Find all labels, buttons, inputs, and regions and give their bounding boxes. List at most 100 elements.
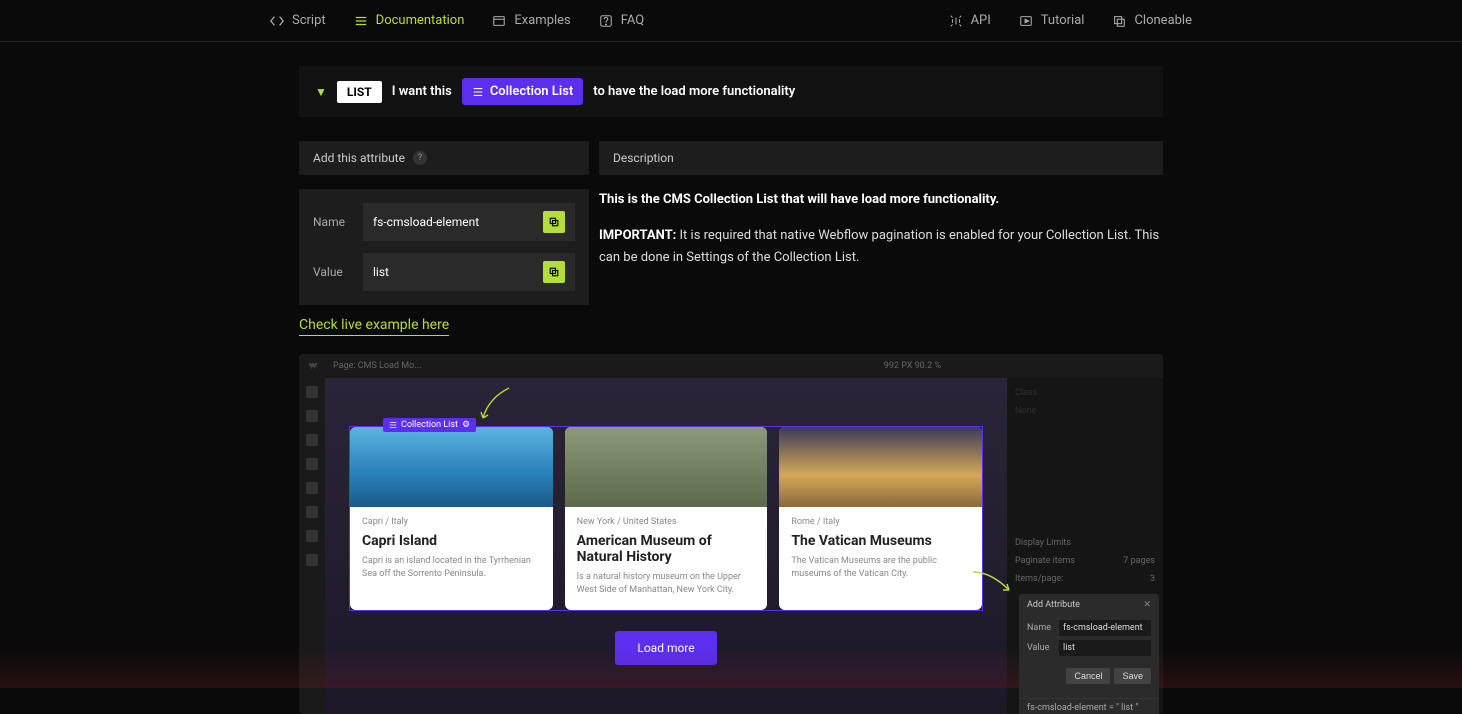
value-label: Value (313, 265, 353, 279)
cancel-button[interactable]: Cancel (1066, 668, 1110, 684)
nav-label: Script (292, 13, 326, 28)
nav-documentation[interactable]: Documentation (354, 13, 465, 28)
rule-tag: LIST (337, 81, 382, 103)
nav-label: Cloneable (1134, 13, 1192, 28)
collection-list-pill: Collection List (462, 78, 583, 105)
example-screenshot: Page: CMS Load Mo... 992 PX 90.2 % Colle… (299, 354, 1163, 714)
copy-icon (548, 216, 560, 228)
api-icon (949, 14, 963, 28)
value-input: list (363, 253, 575, 291)
card-title: Capri Island (362, 533, 541, 549)
sidebar-icon (306, 482, 318, 494)
card-desc: The Vatican Museums are the public museu… (791, 555, 970, 580)
list-icon (389, 421, 397, 429)
modal-value-input[interactable]: list (1059, 640, 1151, 656)
nav-script[interactable]: Script (270, 13, 326, 28)
question-icon (599, 14, 613, 28)
page-label: Page: CMS Load Mo... (333, 361, 421, 371)
card-image (565, 427, 768, 507)
badge-label: Collection List (401, 420, 458, 430)
nav-faq[interactable]: FAQ (599, 13, 644, 28)
description-header: Description (599, 141, 1163, 175)
copy-icon (1112, 14, 1126, 28)
code-icon (270, 14, 284, 28)
list-icon (354, 14, 368, 28)
card-image (779, 427, 982, 507)
nav-label: FAQ (621, 13, 644, 28)
card: Capri / Italy Capri Island Capri is an i… (350, 427, 553, 610)
nav-tutorial[interactable]: Tutorial (1019, 13, 1085, 28)
nav-label: API (971, 13, 991, 28)
sidebar-icon (306, 434, 318, 446)
caret-down-icon[interactable]: ▼ (315, 85, 327, 99)
display-limits-label: Display Limits (1013, 534, 1157, 552)
sidebar-icon (306, 458, 318, 470)
close-icon[interactable]: ✕ (1143, 600, 1151, 610)
desc-important: IMPORTANT: (599, 228, 676, 243)
add-attribute-modal: Add Attribute ✕ Name fs-cmsload-element … (1019, 594, 1159, 714)
play-icon (1019, 14, 1033, 28)
card-title: American Museum of Natural History (577, 533, 756, 565)
modal-value-label: Value (1027, 643, 1055, 653)
viewport-info: 992 PX 90.2 % (884, 361, 941, 371)
card-desc: Capri is an island located in the Tyrrhe… (362, 555, 541, 580)
nav-label: Documentation (376, 13, 465, 28)
card-row: Capri / Italy Capri Island Capri is an i… (349, 426, 983, 611)
card: Rome / Italy The Vatican Museums The Vat… (779, 427, 982, 610)
webflow-left-sidebar (299, 378, 325, 714)
desc-line1: This is the CMS Collection List that wil… (599, 192, 999, 207)
pill-label: Collection List (490, 84, 573, 99)
header-label: Add this attribute (313, 151, 405, 165)
sidebar-icon (306, 506, 318, 518)
sidebar-icon (306, 386, 318, 398)
help-icon[interactable]: ? (413, 151, 427, 165)
card-desc: Is a natural history museum on the Upper… (577, 571, 756, 596)
card-location: Capri / Italy (362, 517, 541, 527)
modal-name-label: Name (1027, 623, 1055, 633)
collection-list-badge: Collection List ⚙ (383, 418, 476, 432)
copy-icon (548, 266, 560, 278)
card-location: New York / United States (577, 517, 756, 527)
load-more-button[interactable]: Load more (615, 631, 716, 665)
items-per-page-value: 3 (1150, 574, 1155, 584)
nav-label: Tutorial (1041, 13, 1085, 28)
pages-value: 7 pages (1123, 556, 1155, 566)
nav-api[interactable]: API (949, 13, 991, 28)
nav-cloneable[interactable]: Cloneable (1112, 13, 1192, 28)
card: New York / United States American Museum… (565, 427, 768, 610)
card-title: The Vatican Museums (791, 533, 970, 549)
webflow-canvas: Collection List ⚙ Capri / Italy Capri Is… (325, 378, 1007, 714)
name-input: fs-cmsload-element (363, 203, 575, 241)
copy-name-button[interactable] (543, 211, 565, 233)
list-icon (472, 86, 484, 98)
gear-icon: ⚙ (462, 420, 470, 430)
description-body: This is the CMS Collection List that wil… (599, 175, 1163, 297)
sidebar-icon (306, 410, 318, 422)
sidebar-icon (306, 530, 318, 542)
name-value: fs-cmsload-element (373, 215, 479, 229)
modal-name-input[interactable]: fs-cmsload-element (1059, 620, 1151, 636)
card-image (350, 427, 553, 507)
webflow-logo-icon (307, 360, 319, 372)
value-value: list (373, 265, 389, 279)
webflow-topbar: Page: CMS Load Mo... 992 PX 90.2 % (299, 354, 1163, 378)
paginate-label: Paginate items (1015, 556, 1075, 566)
name-label: Name (313, 215, 353, 229)
desc-line2: It is required that native Webflow pagin… (599, 228, 1159, 265)
example-link[interactable]: Check live example here (299, 317, 449, 336)
card-location: Rome / Italy (791, 517, 970, 527)
window-icon (492, 14, 506, 28)
header-label: Description (613, 151, 674, 165)
copy-value-button[interactable] (543, 261, 565, 283)
arrow-annotation-icon (477, 384, 527, 424)
top-nav: Script Documentation Examples FAQ API Tu (0, 0, 1462, 42)
rule-prefix: I want this (392, 84, 452, 99)
nav-label: Examples (514, 13, 570, 28)
save-button[interactable]: Save (1114, 668, 1151, 684)
items-per-page-label: Items/page: (1015, 574, 1063, 584)
attribute-string: fs-cmsload-element = " list " (1019, 698, 1159, 714)
modal-title: Add Attribute (1027, 600, 1080, 610)
rule-bar: ▼ LIST I want this Collection List to ha… (299, 66, 1163, 117)
nav-examples[interactable]: Examples (492, 13, 570, 28)
sidebar-icon (306, 554, 318, 566)
